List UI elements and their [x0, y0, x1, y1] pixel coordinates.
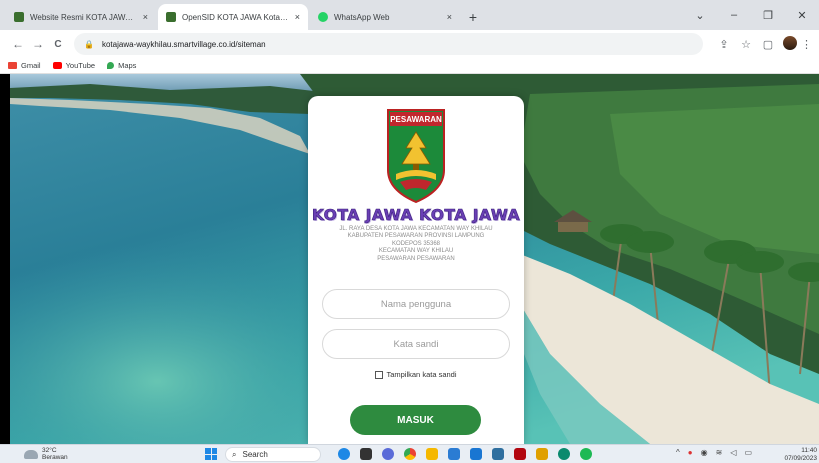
username-field[interactable]: Nama pengguna — [322, 289, 510, 319]
tab-favicon-icon — [166, 12, 176, 22]
chrome-app-icon[interactable] — [404, 448, 416, 460]
bookmarks-bar: Gmail YouTube Maps — [0, 58, 819, 74]
wifi-icon[interactable]: ≋ — [716, 448, 723, 457]
bookmark-youtube[interactable]: YouTube — [52, 61, 96, 70]
password-field[interactable]: Kata sandi — [322, 329, 510, 359]
tab-close-icon[interactable]: × — [295, 12, 300, 22]
tab-label: OpenSID KOTA JAWA Kota Jawa — [182, 12, 289, 22]
tab-favicon-icon — [14, 12, 24, 22]
browser-toolbar: ← → C 🔒 kotajawa-waykhilau.smartvillage.… — [0, 30, 819, 58]
pesawaran-logo: PESAWARAN — [387, 109, 445, 204]
tab-label: WhatsApp Web — [334, 12, 390, 22]
browser-window: Website Resmi KOTA JAWA Kota · × OpenSID… — [0, 0, 819, 463]
login-button[interactable]: MASUK — [350, 405, 481, 435]
forward-button[interactable]: → — [28, 37, 48, 51]
clock-date: 07/09/2023 — [784, 454, 817, 462]
bookmark-gmail[interactable]: Gmail — [8, 61, 41, 70]
back-button[interactable]: ← — [8, 37, 28, 51]
sidepanel-icon[interactable]: ▢ — [757, 38, 779, 51]
minimize-button[interactable]: – — [717, 9, 751, 21]
share-icon[interactable]: ⇪ — [713, 38, 735, 51]
window-controls: ⌄ – ❐ ✕ — [683, 0, 819, 30]
explorer-app-icon[interactable] — [426, 448, 438, 460]
tab-favicon-icon — [318, 12, 328, 22]
logo-text: PESAWARAN — [390, 115, 442, 124]
address-bar[interactable]: 🔒 kotajawa-waykhilau.smartvillage.co.id/… — [74, 33, 703, 55]
star-icon[interactable]: ☆ — [735, 38, 757, 51]
bookmark-label: YouTube — [65, 61, 96, 70]
profile-avatar[interactable] — [779, 35, 801, 53]
tab-search-icon[interactable]: ⌄ — [683, 9, 717, 22]
address-line: KODEPOS 35368 — [391, 240, 441, 247]
edge-app-icon[interactable] — [338, 448, 350, 460]
bookmark-label: Gmail — [21, 61, 41, 70]
volume-icon[interactable]: ◁ — [730, 448, 736, 457]
calculator-app-icon[interactable] — [492, 448, 504, 460]
weather-widget[interactable]: 32°C Berawan — [24, 447, 68, 461]
chevron-up-icon[interactable]: ^ — [676, 448, 680, 457]
weather-desc: Berawan — [42, 454, 68, 461]
login-page: PESAWARAN KOTA JAWA KOTA JAWA JL. RAYA D… — [10, 74, 819, 444]
youtube-icon — [52, 62, 62, 69]
login-card: PESAWARAN KOTA JAWA KOTA JAWA JL. RAYA D… — [308, 96, 524, 444]
taskbar-search[interactable]: ⌕ Search — [225, 447, 321, 462]
close-window-button[interactable]: ✕ — [785, 9, 819, 22]
gmail-icon — [8, 62, 17, 69]
tray-app-icon[interactable]: ● — [688, 448, 693, 457]
maps-icon — [107, 62, 115, 69]
show-password-checkbox[interactable] — [375, 370, 384, 379]
weather-temp: 32°C — [42, 447, 57, 454]
tab-bar: Website Resmi KOTA JAWA Kota · × OpenSID… — [0, 0, 819, 30]
search-label: Search — [242, 450, 268, 459]
clock-time: 11:40 — [801, 447, 817, 454]
address-line: JL. RAYA DESA KOTA JAWA KECAMATAN WAY KH… — [339, 226, 493, 232]
settings-app-icon[interactable] — [558, 448, 570, 460]
village-address: JL. RAYA DESA KOTA JAWA KECAMATAN WAY KH… — [316, 226, 516, 263]
lock-icon[interactable]: 🔒 — [84, 40, 94, 49]
windows-taskbar: 32°C Berawan ⌕ Search ^ ● ◉ ≋ ◁ ▭ 11:40 … — [0, 444, 819, 463]
pinned-apps — [338, 448, 602, 460]
netflix-app-icon[interactable] — [514, 448, 526, 460]
address-line: KABUPATEN PESAWARAN PROVINSI LAMPUNG — [347, 233, 485, 240]
toolbar-actions: ⇪ ☆ ▢ ⋮ — [713, 35, 812, 53]
taskbar-clock[interactable]: 11:40 07/09/2023 — [784, 447, 817, 462]
bookmark-maps[interactable]: Maps — [107, 61, 136, 70]
start-button[interactable] — [205, 448, 217, 460]
files-app-icon[interactable] — [360, 448, 372, 460]
store-app-icon[interactable] — [470, 448, 482, 460]
new-tab-button[interactable]: + — [462, 4, 484, 30]
bookmark-label: Maps — [118, 61, 137, 70]
village-title: KOTA JAWA KOTA JAWA — [311, 206, 521, 225]
tab-whatsapp[interactable]: WhatsApp Web × — [310, 4, 460, 30]
reload-button[interactable]: C — [48, 39, 68, 50]
system-tray: ^ ● ◉ ≋ ◁ ▭ — [676, 448, 760, 457]
menu-icon[interactable]: ⋮ — [801, 38, 812, 51]
tab-label: Website Resmi KOTA JAWA Kota · — [30, 12, 137, 22]
address-line: KECAMATAN WAY KHILAU — [378, 248, 454, 255]
url-text: kotajawa-waykhilau.smartvillage.co.id/si… — [101, 39, 266, 49]
search-icon: ⌕ — [232, 449, 237, 459]
mail-app-icon[interactable] — [448, 448, 460, 460]
tray-sync-icon[interactable]: ◉ — [701, 448, 708, 457]
tab-close-icon[interactable]: × — [447, 12, 452, 22]
show-password-toggle[interactable]: Tampilkan kata sandi — [308, 370, 524, 379]
maximize-button[interactable]: ❐ — [751, 9, 785, 22]
cloud-icon — [24, 449, 38, 459]
tab-close-icon[interactable]: × — [143, 12, 148, 22]
battery-icon[interactable]: ▭ — [744, 448, 752, 457]
chat-app-icon[interactable] — [382, 448, 394, 460]
tab-website-resmi[interactable]: Website Resmi KOTA JAWA Kota · × — [6, 4, 156, 30]
spotify-app-icon[interactable] — [580, 448, 592, 460]
show-password-label: Tampilkan kata sandi — [386, 370, 457, 379]
tab-opensid[interactable]: OpenSID KOTA JAWA Kota Jawa × — [158, 4, 308, 30]
address-line: PESAWARAN PESAWARAN — [377, 255, 455, 262]
photos-app-icon[interactable] — [536, 448, 548, 460]
